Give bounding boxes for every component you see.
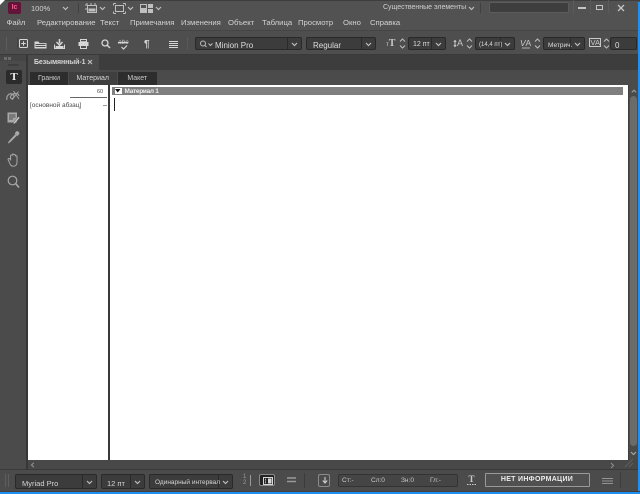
svg-text:T: T: [469, 474, 475, 484]
svg-text:A: A: [526, 38, 532, 48]
svg-text:A: A: [457, 38, 463, 48]
svg-text:VA: VA: [591, 38, 600, 47]
